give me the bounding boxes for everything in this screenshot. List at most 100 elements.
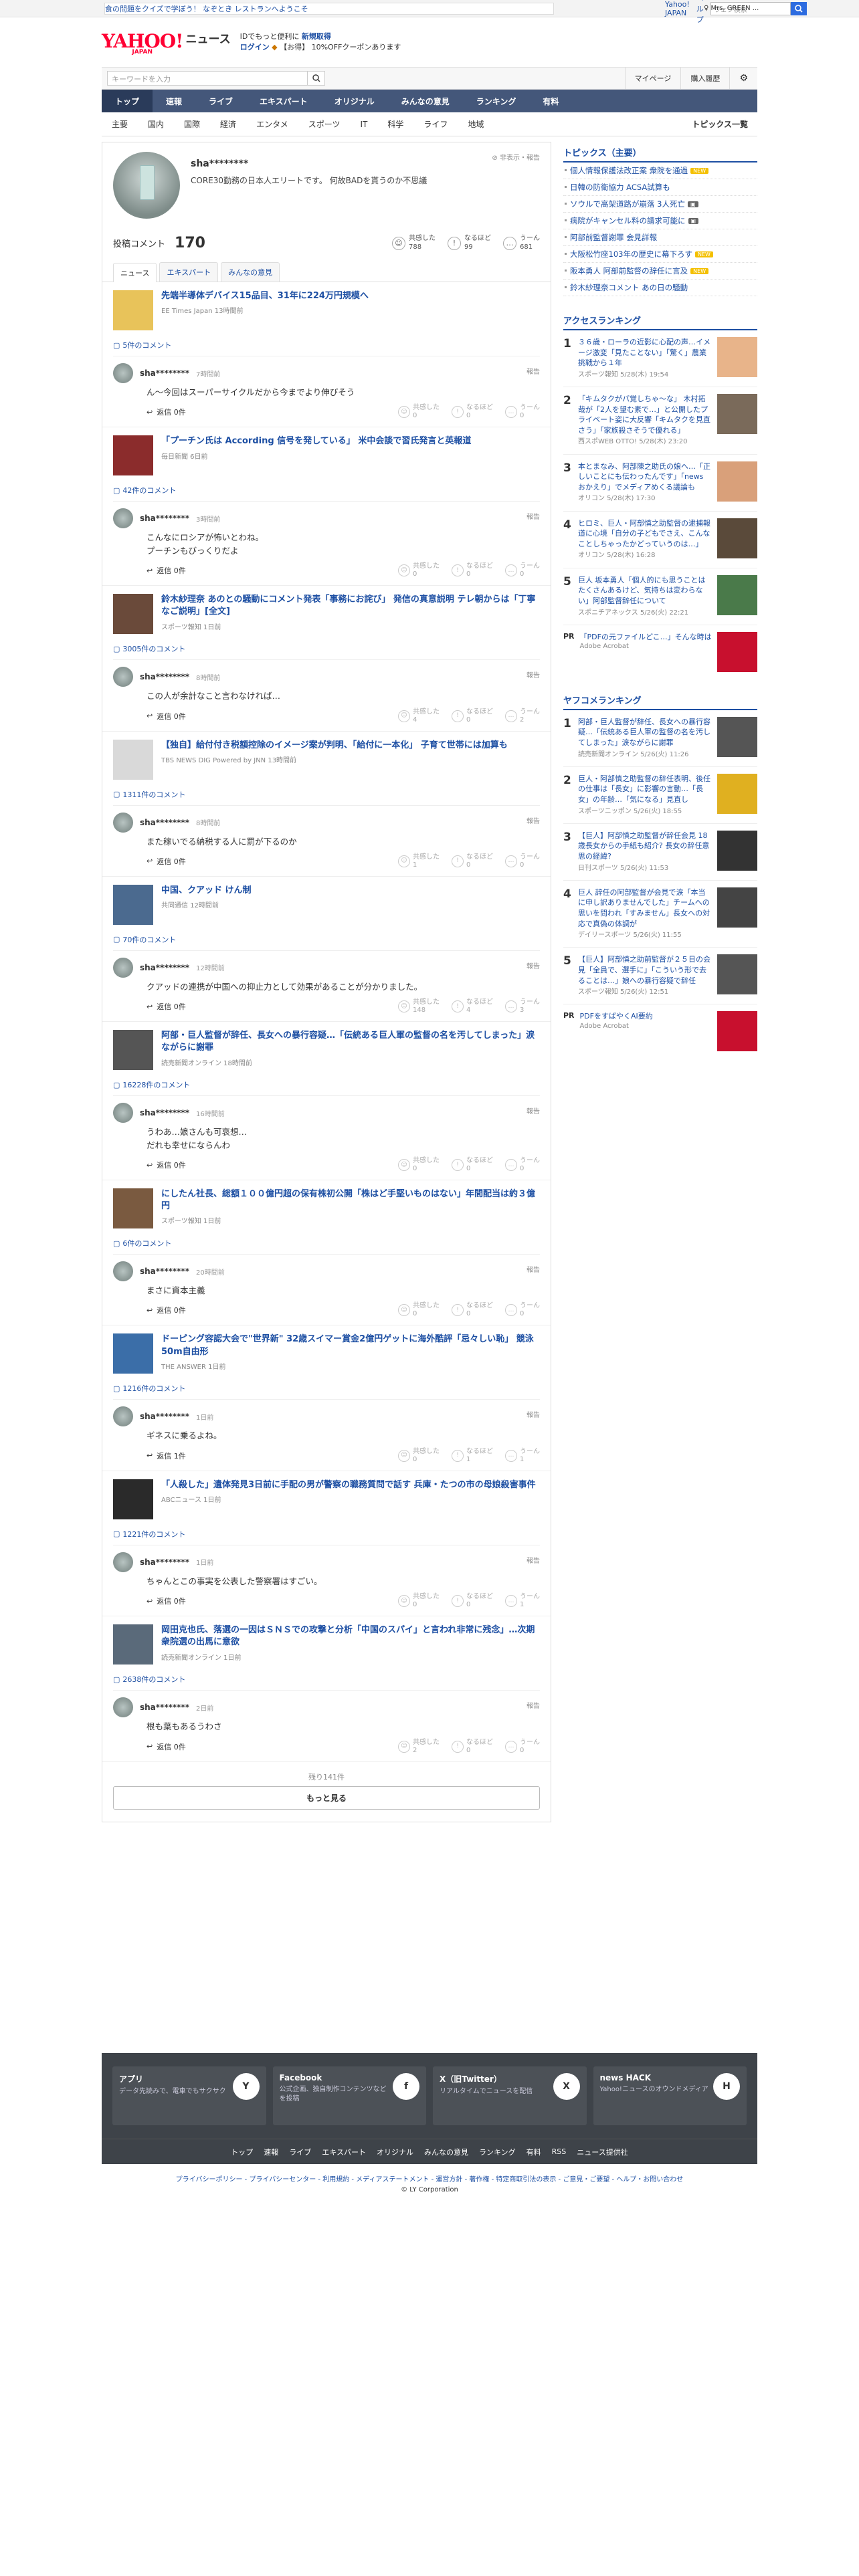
help-link[interactable]: ヘルプ bbox=[696, 0, 704, 25]
subnav-it[interactable]: IT bbox=[350, 120, 377, 129]
ranking-item[interactable]: 5 巨人 坂本勇人「個人的にも思うことはたくさんあるけど、気持ちは変わらない」阿部… bbox=[563, 568, 757, 625]
article-link[interactable]: 「プーチン氏は According 信号を発している」 米中会談で習氏発言と英報… bbox=[113, 435, 540, 476]
footer-nav-item[interactable]: ニュース提供社 bbox=[577, 2147, 628, 2157]
report-link[interactable]: 報告 bbox=[527, 366, 540, 376]
tab-expert[interactable]: エキスパート bbox=[159, 262, 219, 282]
commenter-name[interactable]: sha******** bbox=[140, 1412, 189, 1421]
un-button[interactable]: … うーん 0 bbox=[505, 404, 540, 420]
ranking-item[interactable]: 4 巨人 辞任の阿部監督が会見で涙「本当に申し訳ありませんでした」チームへの思いを… bbox=[563, 881, 757, 948]
tab-opinion[interactable]: みんなの意見 bbox=[221, 262, 280, 282]
article-title[interactable]: 岡田克也氏、落選の一因はＳＮＳでの攻撃と分析「中国のスパイ」と言われ非常に残念」… bbox=[161, 1624, 540, 1648]
article-title[interactable]: 「プーチン氏は According 信号を発している」 米中会談で習氏発言と英報… bbox=[161, 435, 471, 447]
empathy-button[interactable]: ☺ 共感した 0 bbox=[398, 1157, 440, 1173]
gnav-expert[interactable]: エキスパート bbox=[246, 90, 321, 112]
naruhodo-button[interactable]: ! なるほど 0 bbox=[452, 1739, 493, 1755]
ranking-item[interactable]: 1 阿部・巨人監督が辞任、長女への暴行容疑…「伝統ある巨人軍の監督の名を汚してしま… bbox=[563, 710, 757, 767]
comment-count-link[interactable]: ▢ 16228件のコメント bbox=[113, 1079, 540, 1090]
footer-links[interactable]: プライバシーポリシー - プライバシーセンター - 利用規約 - メディアステー… bbox=[102, 2164, 757, 2186]
history-link[interactable]: 購入履歴 bbox=[680, 67, 729, 90]
report-link[interactable]: 報告 bbox=[527, 1409, 540, 1419]
reply-button[interactable]: ↩ 返信 0件 bbox=[147, 1741, 186, 1752]
ranking-item[interactable]: 3 【巨人】阿部慎之助監督が辞任会見 18歳長女からの手紙も紹介? 長女の辞任意思… bbox=[563, 824, 757, 881]
subnav-world[interactable]: 国際 bbox=[174, 118, 210, 130]
top-search-button[interactable] bbox=[790, 1, 807, 15]
keyword-search-button[interactable] bbox=[308, 71, 325, 86]
report-link[interactable]: 報告 bbox=[527, 511, 540, 521]
gnav-top[interactable]: トップ bbox=[102, 90, 153, 112]
pr-ad-1[interactable]: PR 「PDFの元ファイルどこ…」そんな時は Adobe Acrobat bbox=[563, 625, 757, 679]
footer-nav-item[interactable]: RSS bbox=[552, 2147, 567, 2156]
report-link[interactable]: 報告 bbox=[527, 815, 540, 825]
article-link[interactable]: 鈴木紗理奈 あのとの騒動にコメント発表「事務にお詫び」 発信の真意説明 テレ朝か… bbox=[113, 594, 540, 635]
reply-button[interactable]: ↩ 返信 0件 bbox=[147, 565, 186, 576]
empathy-button[interactable]: ☺ 共感した 0 bbox=[398, 562, 440, 578]
un-button[interactable]: … うーん 0 bbox=[505, 1739, 540, 1755]
report-link[interactable]: 報告 bbox=[527, 669, 540, 679]
un-button[interactable]: … うーん 0 bbox=[505, 1302, 540, 1318]
article-title[interactable]: 【独自】給付付き税額控除のイメージ案が判明、「給付に一本化」 子育て世帯には加算… bbox=[161, 740, 508, 752]
article-title[interactable]: 先端半導体デバイス15品目、31年に224万円規模へ bbox=[161, 290, 369, 302]
article-title[interactable]: 中国、クアッド けん制 bbox=[161, 885, 252, 897]
un-button[interactable]: … うーん 1 bbox=[505, 1448, 540, 1464]
subnav-economy[interactable]: 経済 bbox=[210, 118, 246, 130]
subnav-sports[interactable]: スポーツ bbox=[298, 118, 351, 130]
report-link[interactable]: 報告 bbox=[527, 1555, 540, 1565]
footer-nav-item[interactable]: 速報 bbox=[264, 2147, 278, 2157]
naruhodo-button[interactable]: ! なるほど 0 bbox=[452, 853, 493, 869]
footer-nav-item[interactable]: ランキング bbox=[479, 2147, 516, 2157]
article-link[interactable]: 先端半導体デバイス15品目、31年に224万円規模へ EE Times Japan… bbox=[113, 290, 540, 330]
footer-nav-item[interactable]: オリジナル bbox=[377, 2147, 413, 2157]
topic-item[interactable]: 個人情報保護法改正案 衆院を通過 NEW bbox=[563, 163, 757, 179]
footer-promo-box[interactable]: アプリ データ先読みで、電車でもサクサク Y bbox=[112, 2066, 266, 2125]
footer-nav-item[interactable]: エキスパート bbox=[322, 2147, 366, 2157]
commenter-name[interactable]: sha******** bbox=[140, 514, 189, 523]
gnav-original[interactable]: オリジナル bbox=[321, 90, 388, 112]
yahoo-news-logo[interactable]: YAHOO! JAPAN ニュース bbox=[102, 29, 231, 56]
gnav-live[interactable]: ライブ bbox=[195, 90, 246, 112]
article-link[interactable]: 岡田克也氏、落選の一因はＳＮＳでの攻撃と分析「中国のスパイ」と言われ非常に残念」… bbox=[113, 1624, 540, 1665]
naruhodo-button[interactable]: ! なるほど 0 bbox=[452, 404, 493, 420]
topic-item[interactable]: ソウルで高架道路が崩落 3人死亡 ▣ bbox=[563, 196, 757, 213]
topic-item[interactable]: 鈴木紗理奈コメント あの日の騒動 bbox=[563, 280, 757, 296]
gnav-opinion[interactable]: みんなの意見 bbox=[388, 90, 463, 112]
reply-button[interactable]: ↩ 返信 1件 bbox=[147, 1451, 186, 1461]
settings-button[interactable]: ⚙ bbox=[729, 67, 757, 90]
un-button[interactable]: … うーん 2 bbox=[505, 708, 540, 724]
pr-ad-2[interactable]: PR PDFをすばやくAI要約 Adobe Acrobat bbox=[563, 1004, 757, 1058]
tab-news[interactable]: ニュース bbox=[113, 263, 157, 282]
ranking-item[interactable]: 5 【巨人】阿部慎之助前監督が２５日の会見「全員で、選手に」「こういう形で去ること… bbox=[563, 948, 757, 1005]
footer-promo-box[interactable]: X（旧Twitter） リアルタイムでニュースを配信 X bbox=[433, 2066, 587, 2125]
un-button[interactable]: … うーん 0 bbox=[505, 853, 540, 869]
gnav-breaking[interactable]: 速報 bbox=[153, 90, 195, 112]
footer-nav-item[interactable]: 有料 bbox=[527, 2147, 541, 2157]
comment-count-link[interactable]: ▢ 1221件のコメント bbox=[113, 1529, 540, 1539]
comment-count-link[interactable]: ▢ 70件のコメント bbox=[113, 934, 540, 945]
user-name[interactable]: ♀ Mrs. GREEN ... bbox=[704, 5, 759, 12]
gnav-ranking[interactable]: ランキング bbox=[463, 90, 530, 112]
gnav-paid[interactable]: 有料 bbox=[529, 90, 572, 112]
article-link[interactable]: 阿部・巨人監督が辞任、長女への暴行容疑…「伝統ある巨人軍の監督の名を汚してしまっ… bbox=[113, 1030, 540, 1071]
article-title[interactable]: ドーピング容認大会で"世界新" 32歳スイマー賞金2億円ゲットに海外酷評「忌々し… bbox=[161, 1333, 540, 1358]
subnav-life[interactable]: ライフ bbox=[413, 118, 458, 130]
comment-count-link[interactable]: ▢ 1216件のコメント bbox=[113, 1383, 540, 1394]
login-link[interactable]: ログイン bbox=[240, 43, 270, 51]
commenter-name[interactable]: sha******** bbox=[140, 1267, 189, 1276]
topic-item[interactable]: 阿部前監督謝罪 会見詳報 bbox=[563, 229, 757, 246]
comment-count-link[interactable]: ▢ 5件のコメント bbox=[113, 340, 540, 350]
reply-button[interactable]: ↩ 返信 0件 bbox=[147, 1596, 186, 1606]
ranking-item[interactable]: 1 ３６歳・ローラの近影に心配の声…イメージ激変「見たことない」「驚く」農業挑戦か… bbox=[563, 330, 757, 388]
footer-promo-box[interactable]: Facebook 公式企画、独自制作コンテンツなどを投稿 f bbox=[272, 2066, 426, 2125]
empathy-button[interactable]: ☺ 共感した 4 bbox=[398, 708, 440, 724]
report-link[interactable]: 報告 bbox=[527, 1105, 540, 1115]
article-link[interactable]: ドーピング容認大会で"世界新" 32歳スイマー賞金2億円ゲットに海外酷評「忌々し… bbox=[113, 1333, 540, 1374]
promo-link[interactable]: 食の問題をクイズで学ぼう！ なぞとき レストランへようこそ bbox=[104, 2, 554, 15]
naruhodo-button[interactable]: ! なるほど 0 bbox=[452, 1157, 493, 1173]
naruhodo-button[interactable]: ! なるほど 4 bbox=[452, 998, 493, 1014]
footer-nav-item[interactable]: みんなの意見 bbox=[424, 2147, 468, 2157]
naruhodo-button[interactable]: ! なるほど 0 bbox=[452, 1302, 493, 1318]
empathy-button[interactable]: ☺ 共感した 1 bbox=[398, 853, 440, 869]
report-link[interactable]: 報告 bbox=[527, 1700, 540, 1710]
commenter-name[interactable]: sha******** bbox=[140, 1108, 189, 1117]
empathy-button[interactable]: ☺ 共感した 148 bbox=[398, 998, 440, 1014]
empathy-button[interactable]: ☺ 共感した 0 bbox=[398, 1593, 440, 1609]
